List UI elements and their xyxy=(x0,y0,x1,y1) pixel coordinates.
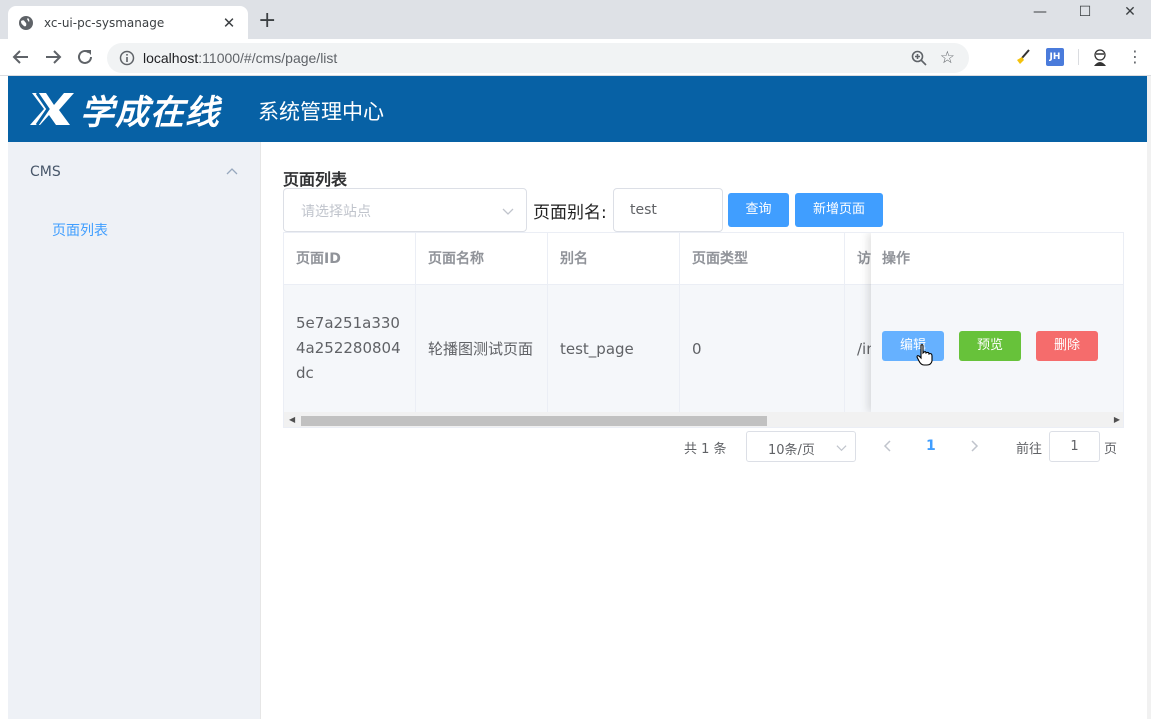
site-select-placeholder: 请选择站点 xyxy=(301,204,371,220)
minimize-icon[interactable]: — xyxy=(1017,2,1063,22)
column-header-page-id: 页面ID xyxy=(284,233,416,285)
page-size-select[interactable]: 10条/页 xyxy=(746,431,856,462)
browser-menu-icon[interactable]: ⋮ xyxy=(1127,47,1143,67)
query-button[interactable]: 查询 xyxy=(728,193,789,227)
forward-icon[interactable] xyxy=(42,46,64,68)
logo-mark-icon xyxy=(30,92,74,126)
toolbar-separator xyxy=(1078,49,1079,65)
chevron-up-icon xyxy=(226,168,238,175)
app-header: 学成在线 系统管理中心 xyxy=(8,76,1147,142)
address-bar[interactable]: localhost:11000/#/cms/page/list ☆ xyxy=(107,43,969,73)
alias-label: 页面别名: xyxy=(533,203,607,223)
table-cell-page-type: 0 xyxy=(680,285,845,412)
logo: 学成在线 xyxy=(28,84,220,134)
zoom-icon[interactable] xyxy=(911,50,927,66)
broom-extension-icon[interactable] xyxy=(1014,48,1032,66)
tab-close-icon[interactable]: ✕ xyxy=(220,14,238,32)
browser-toolbar: localhost:11000/#/cms/page/list ☆ JH ⋮ xyxy=(0,39,1151,76)
horizontal-scrollbar[interactable]: ◀ ▶ xyxy=(284,412,1123,427)
delete-button[interactable]: 删除 xyxy=(1036,331,1098,361)
add-page-button[interactable]: 新增页面 xyxy=(795,193,883,227)
scrollbar-thumb[interactable] xyxy=(301,416,767,426)
page-number-current[interactable]: 1 xyxy=(926,438,936,454)
table-cell-alias: test_page xyxy=(548,285,680,412)
back-icon[interactable] xyxy=(10,46,32,68)
column-header-page-type: 页面类型 xyxy=(680,233,845,285)
site-info-icon[interactable] xyxy=(119,50,135,66)
browser-tab[interactable]: xc-ui-pc-sysmanage ✕ xyxy=(8,6,248,39)
pagination-total: 共 1 条 xyxy=(684,442,727,457)
profile-avatar-icon[interactable] xyxy=(1091,48,1109,66)
prev-page-icon[interactable] xyxy=(880,437,896,455)
reload-icon[interactable] xyxy=(74,46,96,68)
page-title: 页面列表 xyxy=(283,170,348,189)
goto-label: 前往 xyxy=(1016,442,1043,457)
close-window-icon[interactable]: ✕ xyxy=(1107,2,1151,22)
app-subtitle: 系统管理中心 xyxy=(258,100,384,124)
sidebar-group-label: CMS xyxy=(30,164,61,180)
vertical-scrollbar[interactable] xyxy=(1147,76,1151,719)
browser-titlebar: xc-ui-pc-sysmanage ✕ + — ☐ ✕ xyxy=(0,0,1151,39)
column-header-page-name: 页面名称 xyxy=(416,233,548,285)
jh-extension-icon[interactable]: JH xyxy=(1046,48,1064,66)
scroll-right-icon[interactable]: ▶ xyxy=(1114,415,1120,425)
table-cell-page-id: 5e7a251a3304a252280804dc xyxy=(284,285,416,412)
page-size-value: 10条/页 xyxy=(768,443,815,458)
table-cell-page-name: 轮播图测试页面 xyxy=(416,285,548,412)
actions-cell: 编辑 预览 删除 xyxy=(871,285,1123,412)
tab-title: xc-ui-pc-sysmanage xyxy=(44,15,165,30)
sidebar-group-cms[interactable]: CMS xyxy=(8,150,260,194)
fixed-actions-column: 操作 编辑 预览 删除 xyxy=(871,233,1123,412)
column-header-actions: 操作 xyxy=(871,233,1123,285)
alias-input[interactable] xyxy=(613,188,723,232)
next-page-icon[interactable] xyxy=(966,437,982,455)
sidebar-item-page-list[interactable]: 页面列表 xyxy=(8,211,260,251)
scroll-left-icon[interactable]: ◀ xyxy=(289,415,295,425)
chevron-down-icon xyxy=(836,445,847,452)
column-header-alias: 别名 xyxy=(548,233,680,285)
preview-button[interactable]: 预览 xyxy=(959,331,1021,361)
maximize-icon[interactable]: ☐ xyxy=(1062,2,1108,22)
sidebar: CMS 页面列表 xyxy=(8,142,261,719)
hand-cursor-icon xyxy=(916,344,933,366)
new-tab-icon[interactable]: + xyxy=(258,9,276,33)
site-select[interactable]: 请选择站点 xyxy=(283,188,527,232)
page-table: 页面ID 页面名称 别名 页面类型 访 5e7a251a3304a2522808… xyxy=(283,232,1124,428)
bookmark-star-icon[interactable]: ☆ xyxy=(940,49,955,67)
url-text: localhost:11000/#/cms/page/list xyxy=(143,50,338,66)
goto-page-input[interactable] xyxy=(1049,431,1100,462)
globe-icon xyxy=(19,15,33,30)
chevron-down-icon xyxy=(502,208,514,215)
logo-text: 学成在线 xyxy=(80,92,220,133)
page-suffix-label: 页 xyxy=(1104,442,1118,457)
